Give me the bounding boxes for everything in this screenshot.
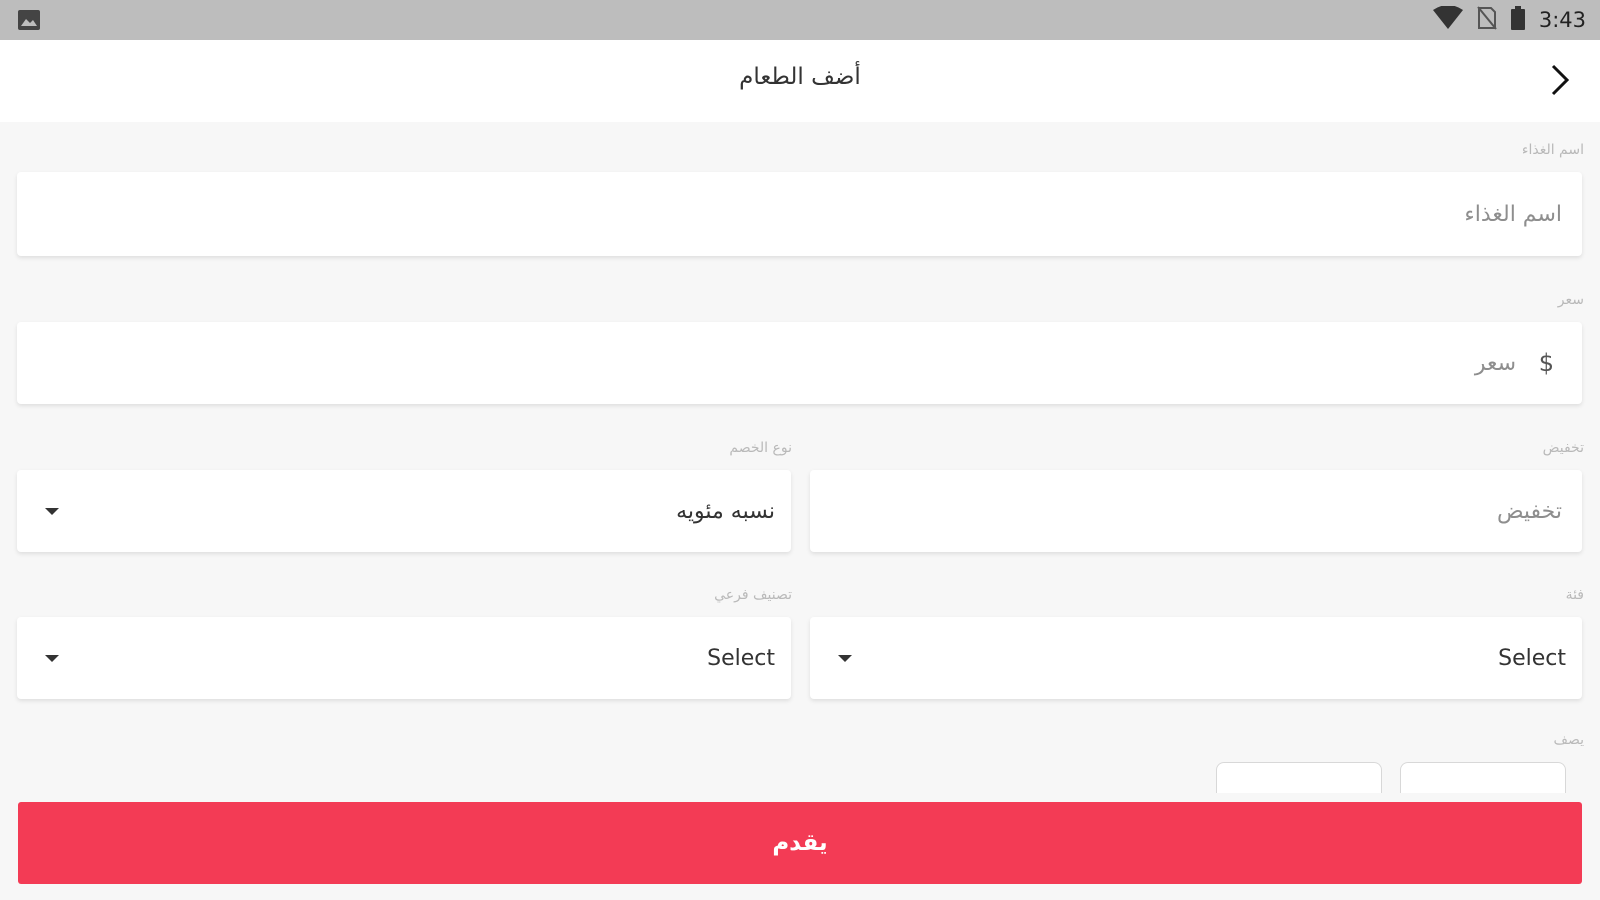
dropdown-arrow-icon: [45, 655, 59, 662]
dropdown-arrow-icon: [45, 508, 59, 515]
subcategory-label: تصنيف فرعي: [714, 587, 792, 603]
price-label: سعر: [1557, 292, 1584, 308]
image-notification-icon: [18, 10, 40, 34]
food-name-field: [17, 172, 1582, 256]
description-option[interactable]: [1216, 762, 1382, 793]
subcategory-value: Select: [707, 645, 775, 671]
discount-field: [810, 470, 1582, 552]
category-select[interactable]: Select: [810, 617, 1582, 699]
subcategory-select[interactable]: Select: [17, 617, 791, 699]
description-label: يصف: [1553, 732, 1584, 748]
page-title: أضف الطعام: [739, 64, 861, 90]
price-field: $: [17, 322, 1582, 404]
description-option[interactable]: [1400, 762, 1566, 793]
app-bar: أضف الطعام: [0, 40, 1600, 122]
discount-type-label: نوع الخصم: [729, 440, 792, 456]
discount-type-select[interactable]: نسبه مئويه: [17, 470, 791, 552]
chevron-right-icon: [1549, 63, 1571, 101]
food-name-label: اسم الغذاء: [1521, 142, 1584, 158]
status-bar: 3:43: [0, 0, 1600, 40]
price-input[interactable]: [17, 322, 1582, 404]
bottom-strip: [0, 886, 1600, 900]
back-button[interactable]: [1540, 62, 1580, 102]
submit-button[interactable]: يقدم: [18, 802, 1582, 884]
wifi-icon: [1432, 5, 1463, 34]
battery-icon: [1510, 6, 1525, 34]
status-time: 3:43: [1538, 8, 1586, 32]
discount-type-value: نسبه مئويه: [676, 498, 775, 524]
category-value: Select: [1498, 645, 1566, 671]
no-sim-icon: [1477, 6, 1497, 34]
category-label: فئة: [1565, 587, 1584, 603]
discount-input[interactable]: [810, 470, 1582, 552]
food-name-input[interactable]: [17, 172, 1582, 256]
dropdown-arrow-icon: [838, 655, 852, 662]
discount-label: تخفيض: [1542, 440, 1584, 456]
